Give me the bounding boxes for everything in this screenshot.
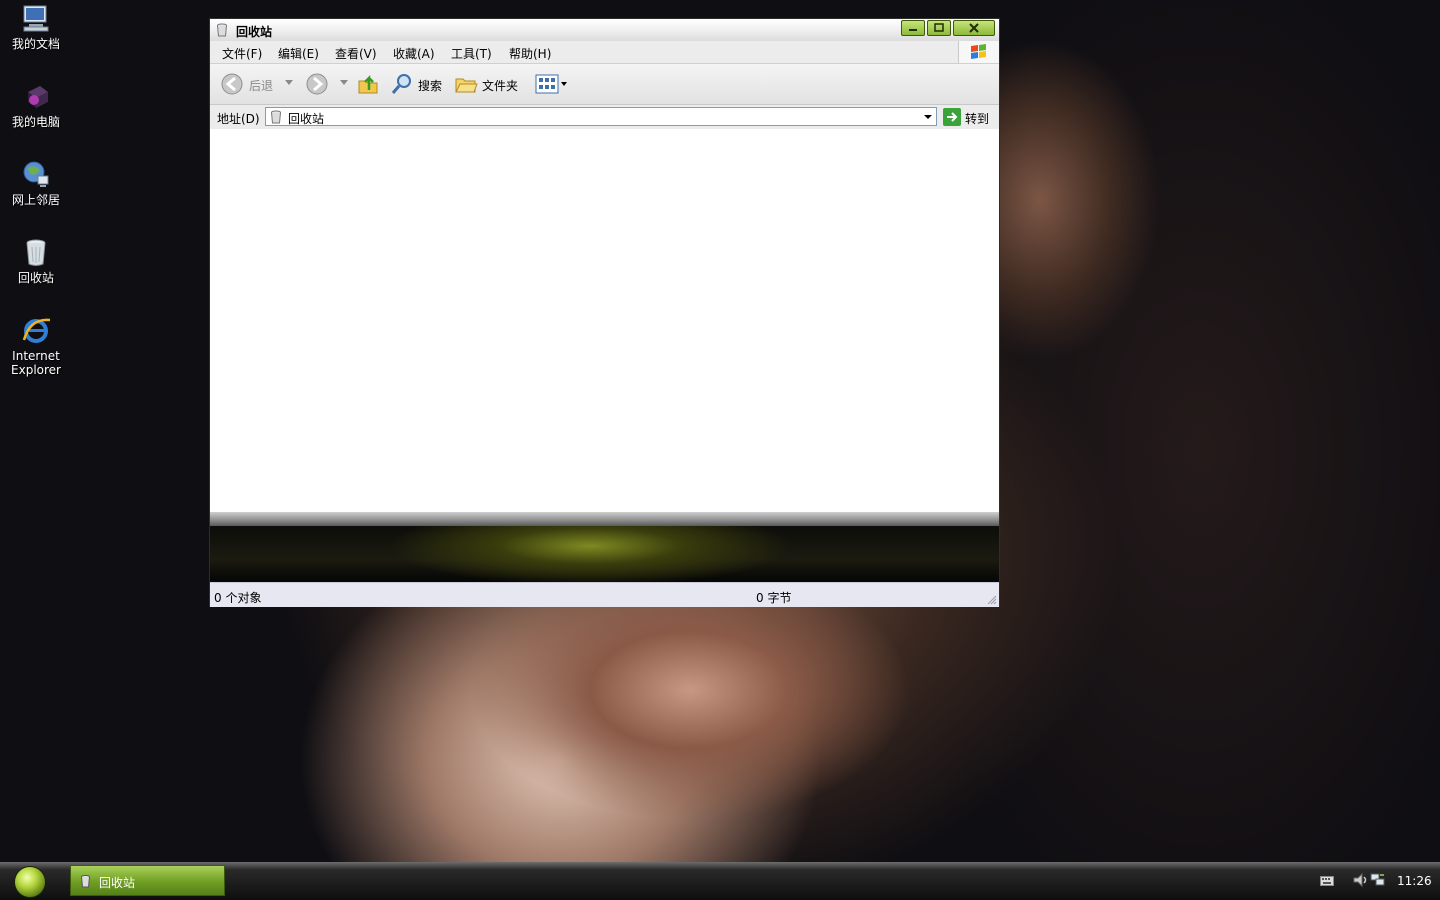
forward-button[interactable]: [305, 73, 331, 95]
toolbar: 后退 搜索 文件夹: [210, 64, 999, 105]
up-folder-icon: [358, 74, 378, 94]
network-places-icon: [23, 161, 49, 187]
recycle-bin-icon: [271, 110, 281, 124]
desktop-icon-internet-explorer[interactable]: Internet Explorer: [4, 314, 68, 377]
network-status-icon[interactable]: [1370, 872, 1386, 888]
back-button[interactable]: 后退: [220, 73, 290, 95]
minimize-button[interactable]: [901, 20, 925, 36]
views-grid-icon: [535, 74, 567, 94]
folder-icon: [455, 78, 478, 93]
go-button[interactable]: 转到: [942, 107, 994, 127]
desktop-icon-recycle-bin[interactable]: 回收站: [4, 236, 68, 285]
volume-icon[interactable]: [1352, 872, 1370, 888]
resize-grip-icon[interactable]: [987, 595, 997, 605]
desktop-icon-label-line1: Internet: [12, 349, 60, 363]
desktop-icon-my-documents[interactable]: 我的文档: [4, 2, 68, 51]
decorative-band: [210, 512, 999, 526]
maximize-icon: [934, 23, 944, 32]
menu-tools[interactable]: 工具(T): [451, 45, 492, 62]
menu-help[interactable]: 帮助(H): [509, 45, 551, 62]
ie-icon: [22, 318, 51, 343]
desktop-icon-label: 网上邻居: [11, 193, 60, 207]
desktop-icon-label: 我的文档: [11, 37, 60, 51]
address-label: 地址(D): [217, 112, 260, 126]
windows-logo: [958, 41, 999, 63]
recycle-bin-icon: [217, 23, 227, 37]
window-title: 回收站: [236, 25, 273, 39]
menu-edit[interactable]: 编辑(E): [278, 45, 319, 62]
my-documents-icon: [23, 5, 49, 32]
maximize-button[interactable]: [927, 20, 951, 36]
taskbar-item-label: 回收站: [99, 876, 136, 890]
start-button[interactable]: [14, 866, 46, 898]
desktop-icon-label: 我的电脑: [11, 115, 60, 129]
forward-dropdown-icon[interactable]: [340, 80, 348, 86]
go-arrow-icon: [943, 108, 961, 126]
back-arrow-icon: [221, 73, 243, 95]
close-button[interactable]: [953, 20, 995, 36]
desktop-icon-label-line2: Explorer: [11, 363, 61, 377]
status-bar: 0 个对象 0 字节: [210, 582, 999, 607]
menu-view[interactable]: 查看(V): [335, 45, 377, 62]
views-button[interactable]: [535, 73, 569, 95]
minimize-icon: [909, 29, 917, 31]
windows-flag-icon: [971, 44, 986, 59]
go-label: 转到: [965, 112, 990, 126]
menu-favorites[interactable]: 收藏(A): [393, 45, 435, 62]
close-icon: [969, 23, 979, 33]
search-button[interactable]: 搜索: [390, 73, 450, 95]
desktop-icon-my-computer[interactable]: 我的电脑: [4, 80, 68, 129]
search-label: 搜索: [418, 79, 443, 93]
desktop-icon-network-places[interactable]: 网上邻居: [4, 158, 68, 207]
address-bar: 地址(D) 回收站 转到: [210, 105, 999, 129]
back-label: 后退: [249, 79, 274, 93]
search-icon: [391, 74, 411, 94]
my-computer-icon: [28, 86, 48, 108]
folders-label: 文件夹: [482, 79, 519, 93]
folders-button[interactable]: 文件夹: [454, 73, 524, 95]
back-dropdown-icon[interactable]: [285, 80, 293, 86]
taskbar-item-recycle-bin[interactable]: 回收站: [70, 865, 225, 896]
menu-file[interactable]: 文件(F): [222, 45, 262, 62]
address-value: 回收站: [288, 112, 325, 126]
recycle-bin-icon: [81, 875, 90, 888]
status-size: 0 字节: [756, 591, 792, 605]
desktop-icon-label: 回收站: [17, 271, 54, 285]
file-list-area[interactable]: [210, 129, 999, 512]
taskbar: 回收站 11:26: [0, 862, 1440, 900]
keyboard-icon[interactable]: [1320, 876, 1334, 886]
status-object-count: 0 个对象: [214, 591, 262, 605]
title-bar[interactable]: 回收站: [210, 19, 999, 41]
decorative-image-strip: [210, 526, 999, 582]
recycle-bin-window: 回收站 文件(F) 编辑(E) 查看(V) 收藏(A) 工具(T) 帮助(H): [209, 18, 1000, 607]
address-dropdown-icon[interactable]: [920, 108, 936, 125]
forward-arrow-icon: [306, 73, 328, 95]
recycle-bin-icon: [26, 239, 46, 266]
address-field[interactable]: 回收站: [265, 107, 937, 126]
menu-bar: 文件(F) 编辑(E) 查看(V) 收藏(A) 工具(T) 帮助(H): [210, 41, 999, 64]
up-folder-button[interactable]: [356, 73, 380, 95]
clock[interactable]: 11:26: [1397, 874, 1432, 888]
